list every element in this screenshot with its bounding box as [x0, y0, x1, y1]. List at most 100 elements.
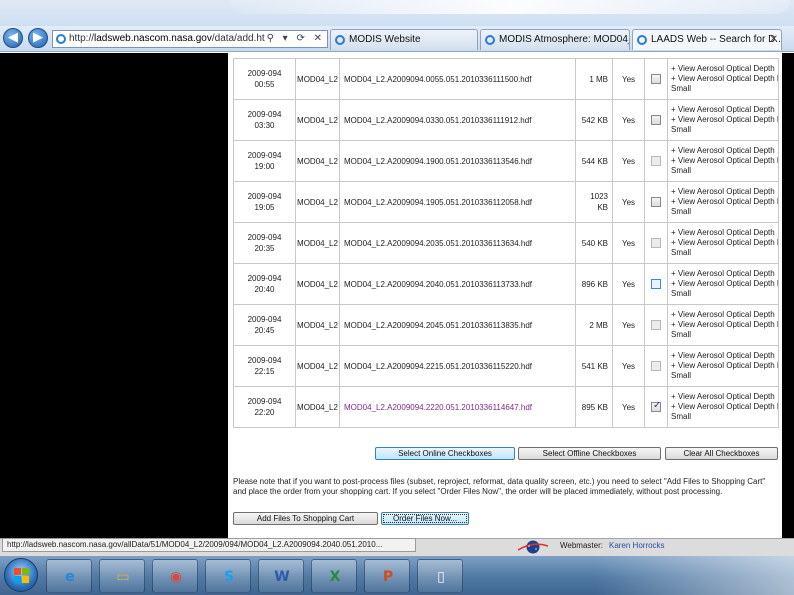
- file-select-checkbox[interactable]: [651, 361, 661, 371]
- select-offline-button[interactable]: Select Offline Checkboxes: [518, 447, 661, 460]
- taskbar-button[interactable]: ▭: [99, 559, 145, 593]
- tab-label: MODIS Website: [349, 34, 421, 45]
- file-link[interactable]: MOD04_L2.A2009094.2040.051.2010336113733…: [339, 263, 576, 305]
- view-small-link[interactable]: Small: [671, 248, 778, 258]
- file-row: 2009-094 00:55 MOD04_L2 MOD04_L2.A2009094.0…: [233, 58, 779, 100]
- tab-modis-atmosphere[interactable]: MODIS Atmosphere: MOD04_L...: [480, 29, 630, 50]
- file-link[interactable]: MOD04_L2.A2009094.1905.051.2010336112058…: [339, 181, 576, 223]
- webmaster-link[interactable]: Karen Horrocks: [609, 541, 665, 550]
- view-small-link[interactable]: Small: [671, 289, 778, 299]
- back-button[interactable]: ◀: [3, 28, 23, 48]
- file-select-checkbox[interactable]: [651, 400, 661, 412]
- view-links-cell: + View Aerosol Optical Depth + View Aeros…: [667, 222, 779, 264]
- view-small-link[interactable]: Small: [671, 371, 778, 381]
- address-bar[interactable]: http://ladsweb.nascom.nasa.gov/data/add.…: [52, 30, 328, 48]
- size-text: 542 KB: [581, 115, 608, 125]
- date-cell: 2009-094 22:20: [233, 386, 296, 428]
- view-aod-ratio-link[interactable]: + View Aerosol Optical Depth Ratio: [671, 115, 778, 125]
- view-small-link[interactable]: Small: [671, 330, 778, 340]
- file-link[interactable]: MOD04_L2.A2009094.2220.051.2010336114647…: [339, 386, 576, 428]
- online-cell: Yes: [612, 345, 645, 387]
- file-link[interactable]: MOD04_L2.A2009094.0055.051.2010336111500…: [339, 58, 576, 100]
- view-aod-link[interactable]: + View Aerosol Optical Depth: [671, 228, 778, 238]
- size-text: 896 KB: [581, 279, 608, 289]
- online-cell: Yes: [612, 99, 645, 141]
- file-select-checkbox[interactable]: [651, 156, 661, 166]
- show-desktop-area[interactable]: [594, 556, 794, 595]
- view-links-cell: + View Aerosol Optical Depth + View Aeros…: [667, 99, 779, 141]
- taskbar-button[interactable]: W: [258, 559, 304, 593]
- tab-close-icon[interactable]: ✕: [770, 30, 778, 49]
- product-cell: MOD04_L2: [295, 58, 340, 100]
- date-text: 2009-094: [247, 192, 282, 201]
- webmaster-credit: Webmaster: Karen Horrocks: [560, 541, 665, 550]
- date-text: 2009-094: [247, 151, 282, 160]
- date-cell: 2009-094 20:45: [233, 304, 296, 346]
- clear-all-button[interactable]: Clear All Checkboxes: [665, 447, 778, 460]
- file-select-checkbox[interactable]: [651, 197, 661, 207]
- add-to-cart-button[interactable]: Add Files To Shopping Cart: [233, 512, 378, 525]
- file-link[interactable]: MOD04_L2.A2009094.0330.051.2010336111912…: [339, 99, 576, 141]
- size-text: 1 MB: [589, 74, 608, 84]
- checkbox-cell: [644, 181, 668, 223]
- taskbar-button[interactable]: ▯: [417, 559, 463, 593]
- tab-modis-website[interactable]: MODIS Website: [330, 29, 478, 50]
- view-aod-link[interactable]: + View Aerosol Optical Depth: [671, 351, 778, 361]
- date-cell: 2009-094 19:00: [233, 140, 296, 182]
- view-links-cell: + View Aerosol Optical Depth + View Aeros…: [667, 304, 779, 346]
- view-aod-link[interactable]: + View Aerosol Optical Depth: [671, 269, 778, 279]
- start-button[interactable]: [4, 558, 38, 592]
- tab-favicon-icon: [485, 35, 495, 45]
- forward-button[interactable]: ▶: [28, 28, 48, 48]
- file-link[interactable]: MOD04_L2.A2009094.2045.051.2010336113835…: [339, 304, 576, 346]
- view-aod-ratio-link[interactable]: + View Aerosol Optical Depth Ratio: [671, 320, 778, 330]
- view-aod-link[interactable]: + View Aerosol Optical Depth: [671, 64, 778, 74]
- view-small-link[interactable]: Small: [671, 412, 778, 422]
- view-aod-ratio-link[interactable]: + View Aerosol Optical Depth Ratio: [671, 361, 778, 371]
- view-small-link[interactable]: Small: [671, 166, 778, 176]
- date-cell: 2009-094 03:30: [233, 99, 296, 141]
- checkbox-cell: [644, 58, 668, 100]
- checkbox-cell: [644, 140, 668, 182]
- notepad-icon: ▯: [437, 569, 445, 585]
- file-select-checkbox[interactable]: [651, 320, 661, 330]
- product-cell: MOD04_L2: [295, 345, 340, 387]
- left-black-panel: [0, 53, 228, 538]
- view-aod-link[interactable]: + View Aerosol Optical Depth: [671, 146, 778, 156]
- tab-laads-web[interactable]: LAADS Web -- Search for D... ✕: [632, 29, 782, 50]
- file-row: 2009-094 20:45 MOD04_L2 MOD04_L2.A2009094.2…: [233, 304, 779, 346]
- taskbar-button[interactable]: ◉: [152, 559, 198, 593]
- view-aod-ratio-link[interactable]: + View Aerosol Optical Depth Ratio: [671, 156, 778, 166]
- taskbar-button[interactable]: P: [364, 559, 410, 593]
- file-link[interactable]: MOD04_L2.A2009094.2215.051.2010336115220…: [339, 345, 576, 387]
- checkbox-cell: [644, 386, 668, 428]
- view-aod-ratio-link[interactable]: + View Aerosol Optical Depth Ratio: [671, 197, 778, 207]
- select-online-button[interactable]: Select Online Checkboxes: [375, 447, 515, 460]
- page-favicon-icon: [56, 34, 66, 44]
- order-files-now-button[interactable]: Order Files Now...: [381, 512, 469, 525]
- view-aod-link[interactable]: + View Aerosol Optical Depth: [671, 392, 778, 402]
- view-aod-ratio-link[interactable]: + View Aerosol Optical Depth Ratio: [671, 238, 778, 248]
- taskbar-button[interactable]: e: [46, 559, 92, 593]
- file-link[interactable]: MOD04_L2.A2009094.2035.051.2010336113634…: [339, 222, 576, 264]
- file-link[interactable]: MOD04_L2.A2009094.1900.051.2010336113546…: [339, 140, 576, 182]
- taskbar-button[interactable]: S: [205, 559, 251, 593]
- view-aod-link[interactable]: + View Aerosol Optical Depth: [671, 187, 778, 197]
- view-aod-ratio-link[interactable]: + View Aerosol Optical Depth Ratio: [671, 74, 778, 84]
- right-black-strip: [782, 53, 794, 538]
- view-small-link[interactable]: Small: [671, 125, 778, 135]
- view-aod-ratio-link[interactable]: + View Aerosol Optical Depth Ratio: [671, 279, 778, 289]
- file-select-checkbox[interactable]: [651, 238, 661, 248]
- view-aod-ratio-link[interactable]: + View Aerosol Optical Depth Ratio: [671, 402, 778, 412]
- size-text: 1023: [590, 192, 608, 201]
- view-small-link[interactable]: Small: [671, 84, 778, 94]
- view-small-link[interactable]: Small: [671, 207, 778, 217]
- online-cell: Yes: [612, 181, 645, 223]
- view-aod-link[interactable]: + View Aerosol Optical Depth: [671, 310, 778, 320]
- view-aod-link[interactable]: + View Aerosol Optical Depth: [671, 105, 778, 115]
- file-select-checkbox[interactable]: [651, 74, 661, 84]
- taskbar-button[interactable]: X: [311, 559, 357, 593]
- file-select-checkbox[interactable]: [651, 115, 661, 125]
- file-select-checkbox[interactable]: [651, 279, 661, 289]
- address-bar-icons[interactable]: ⚲ ▾ ⟳ ✕: [264, 31, 325, 47]
